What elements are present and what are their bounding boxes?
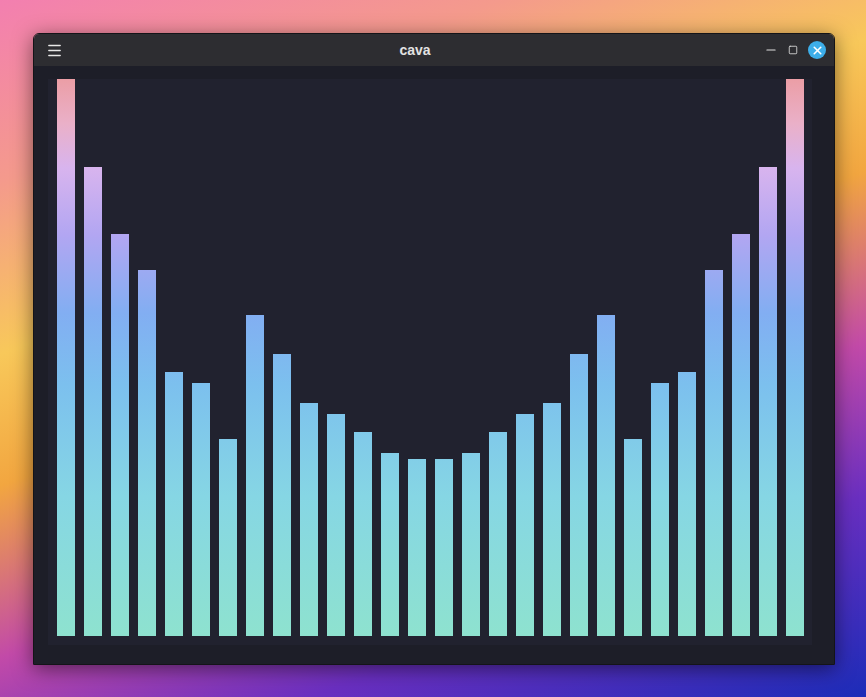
spectrum-bar [435,459,453,636]
spectrum-bar [597,315,615,636]
spectrum-bar [516,414,534,636]
spectrum-bar [786,79,804,636]
spectrum-canvas [48,79,812,645]
spectrum-bar [705,270,723,636]
window-controls [764,41,826,59]
spectrum-bar [678,372,696,636]
spectrum-bar [462,453,480,636]
spectrum-bar [570,354,588,636]
spectrum-bar [381,453,399,636]
window-content [34,66,834,664]
minimize-icon[interactable] [764,43,778,57]
window-title: cava [399,40,430,61]
menu-button[interactable] [42,42,66,59]
spectrum-bar [489,432,507,636]
spectrum-bar [84,167,102,636]
spectrum-bar [111,234,129,636]
spectrum-bar [624,439,642,636]
spectrum-bar [732,234,750,636]
desktop: cava [0,0,866,697]
spectrum-bar [192,383,210,636]
maximize-icon[interactable] [788,45,798,55]
menu-icon[interactable] [46,42,63,59]
spectrum-bar [408,459,426,636]
close-button[interactable] [808,41,826,59]
title-bar[interactable]: cava [34,34,834,66]
spectrum-bar [138,270,156,636]
spectrum-bar [300,403,318,636]
spectrum-bar [219,439,237,636]
spectrum-bar [327,414,345,636]
spectrum-bar [651,383,669,636]
spectrum-bar [57,79,75,636]
spectrum-bar [543,403,561,636]
spectrum-bar [246,315,264,636]
spectrum-bar [759,167,777,636]
cava-window: cava [33,33,835,665]
close-icon[interactable] [811,44,824,57]
spectrum-bar [273,354,291,636]
spectrum-bar [354,432,372,636]
spectrum-bar [165,372,183,636]
